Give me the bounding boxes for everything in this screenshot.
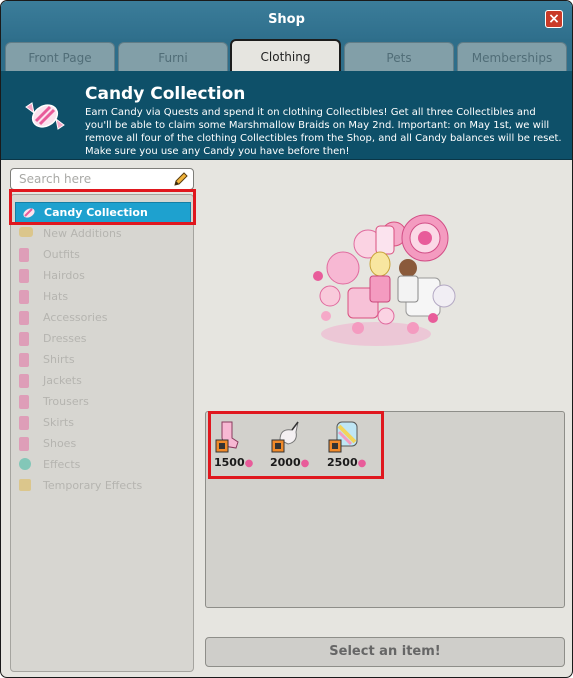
select-item-button[interactable]: Select an item! (205, 637, 565, 667)
outfit-icon (19, 248, 29, 262)
category-trousers[interactable]: Trousers (15, 392, 189, 412)
banner-title: Candy Collection (85, 84, 246, 104)
banner-description: Earn Candy via Quests and spend it on cl… (85, 107, 562, 157)
category-label: Accessories (43, 311, 108, 324)
search-input[interactable] (17, 171, 171, 187)
hair-icon (19, 269, 29, 283)
category-list[interactable]: Candy Collection New Additions Outfits H… (10, 194, 194, 672)
temp-effects-icon (19, 479, 31, 491)
category-temporary-effects[interactable]: Temporary Effects (15, 476, 189, 496)
category-dresses[interactable]: Dresses (15, 329, 189, 349)
tab-front-page[interactable]: Front Page (5, 42, 115, 71)
category-label: New Additions (43, 227, 122, 240)
pencil-icon[interactable] (173, 171, 189, 187)
category-label: Outfits (43, 248, 80, 261)
category-new-additions[interactable]: New Additions (15, 224, 189, 244)
category-panel: Candy Collection New Additions Outfits H… (10, 168, 194, 673)
category-accessories[interactable]: Accessories (15, 308, 189, 328)
new-icon (19, 227, 33, 237)
tab-clothing[interactable]: Clothing (230, 39, 341, 72)
category-label: Dresses (43, 332, 87, 345)
category-jackets[interactable]: Jackets (15, 371, 189, 391)
highlight-box (208, 411, 384, 479)
trousers-icon (19, 395, 29, 409)
category-hairdos[interactable]: Hairdos (15, 266, 189, 286)
category-label: Shoes (43, 437, 77, 450)
category-outfits[interactable]: Outfits (15, 245, 189, 265)
category-shoes[interactable]: Shoes (15, 434, 189, 454)
category-label: Effects (43, 458, 81, 471)
close-button[interactable]: × (545, 10, 563, 28)
effects-icon (19, 458, 31, 470)
skirt-icon (19, 416, 29, 430)
tab-furni[interactable]: Furni (118, 42, 228, 71)
category-label: Shirts (43, 353, 75, 366)
shop-window: Shop × Front Page Furni Clothing Pets Me… (0, 0, 573, 678)
category-label: Jackets (43, 374, 82, 387)
shirt-icon (19, 353, 29, 367)
highlight-box (9, 189, 196, 225)
search-box[interactable] (10, 168, 194, 190)
tab-strip: Front Page Furni Clothing Pets Membershi… (1, 39, 572, 72)
jacket-icon (19, 374, 29, 388)
dress-icon (19, 332, 29, 346)
title-bar[interactable]: Shop × (1, 1, 572, 40)
category-label: Skirts (43, 416, 74, 429)
category-hats[interactable]: Hats (15, 287, 189, 307)
category-shirts[interactable]: Shirts (15, 350, 189, 370)
hat-icon (19, 290, 29, 304)
candy-collection-preview-image (313, 214, 456, 346)
window-title: Shop (268, 12, 305, 27)
catalog-banner: Candy Collection Earn Candy via Quests a… (1, 71, 572, 160)
close-icon: × (548, 11, 560, 27)
candy-icon (25, 102, 65, 130)
tab-memberships[interactable]: Memberships (457, 42, 567, 71)
shoes-icon (19, 437, 29, 451)
category-label: Hairdos (43, 269, 85, 282)
category-skirts[interactable]: Skirts (15, 413, 189, 433)
category-label: Trousers (43, 395, 89, 408)
category-effects[interactable]: Effects (15, 455, 189, 475)
category-label: Hats (43, 290, 69, 303)
tab-pets[interactable]: Pets (344, 42, 454, 71)
category-label: Temporary Effects (43, 479, 143, 492)
accessory-icon (19, 311, 29, 325)
